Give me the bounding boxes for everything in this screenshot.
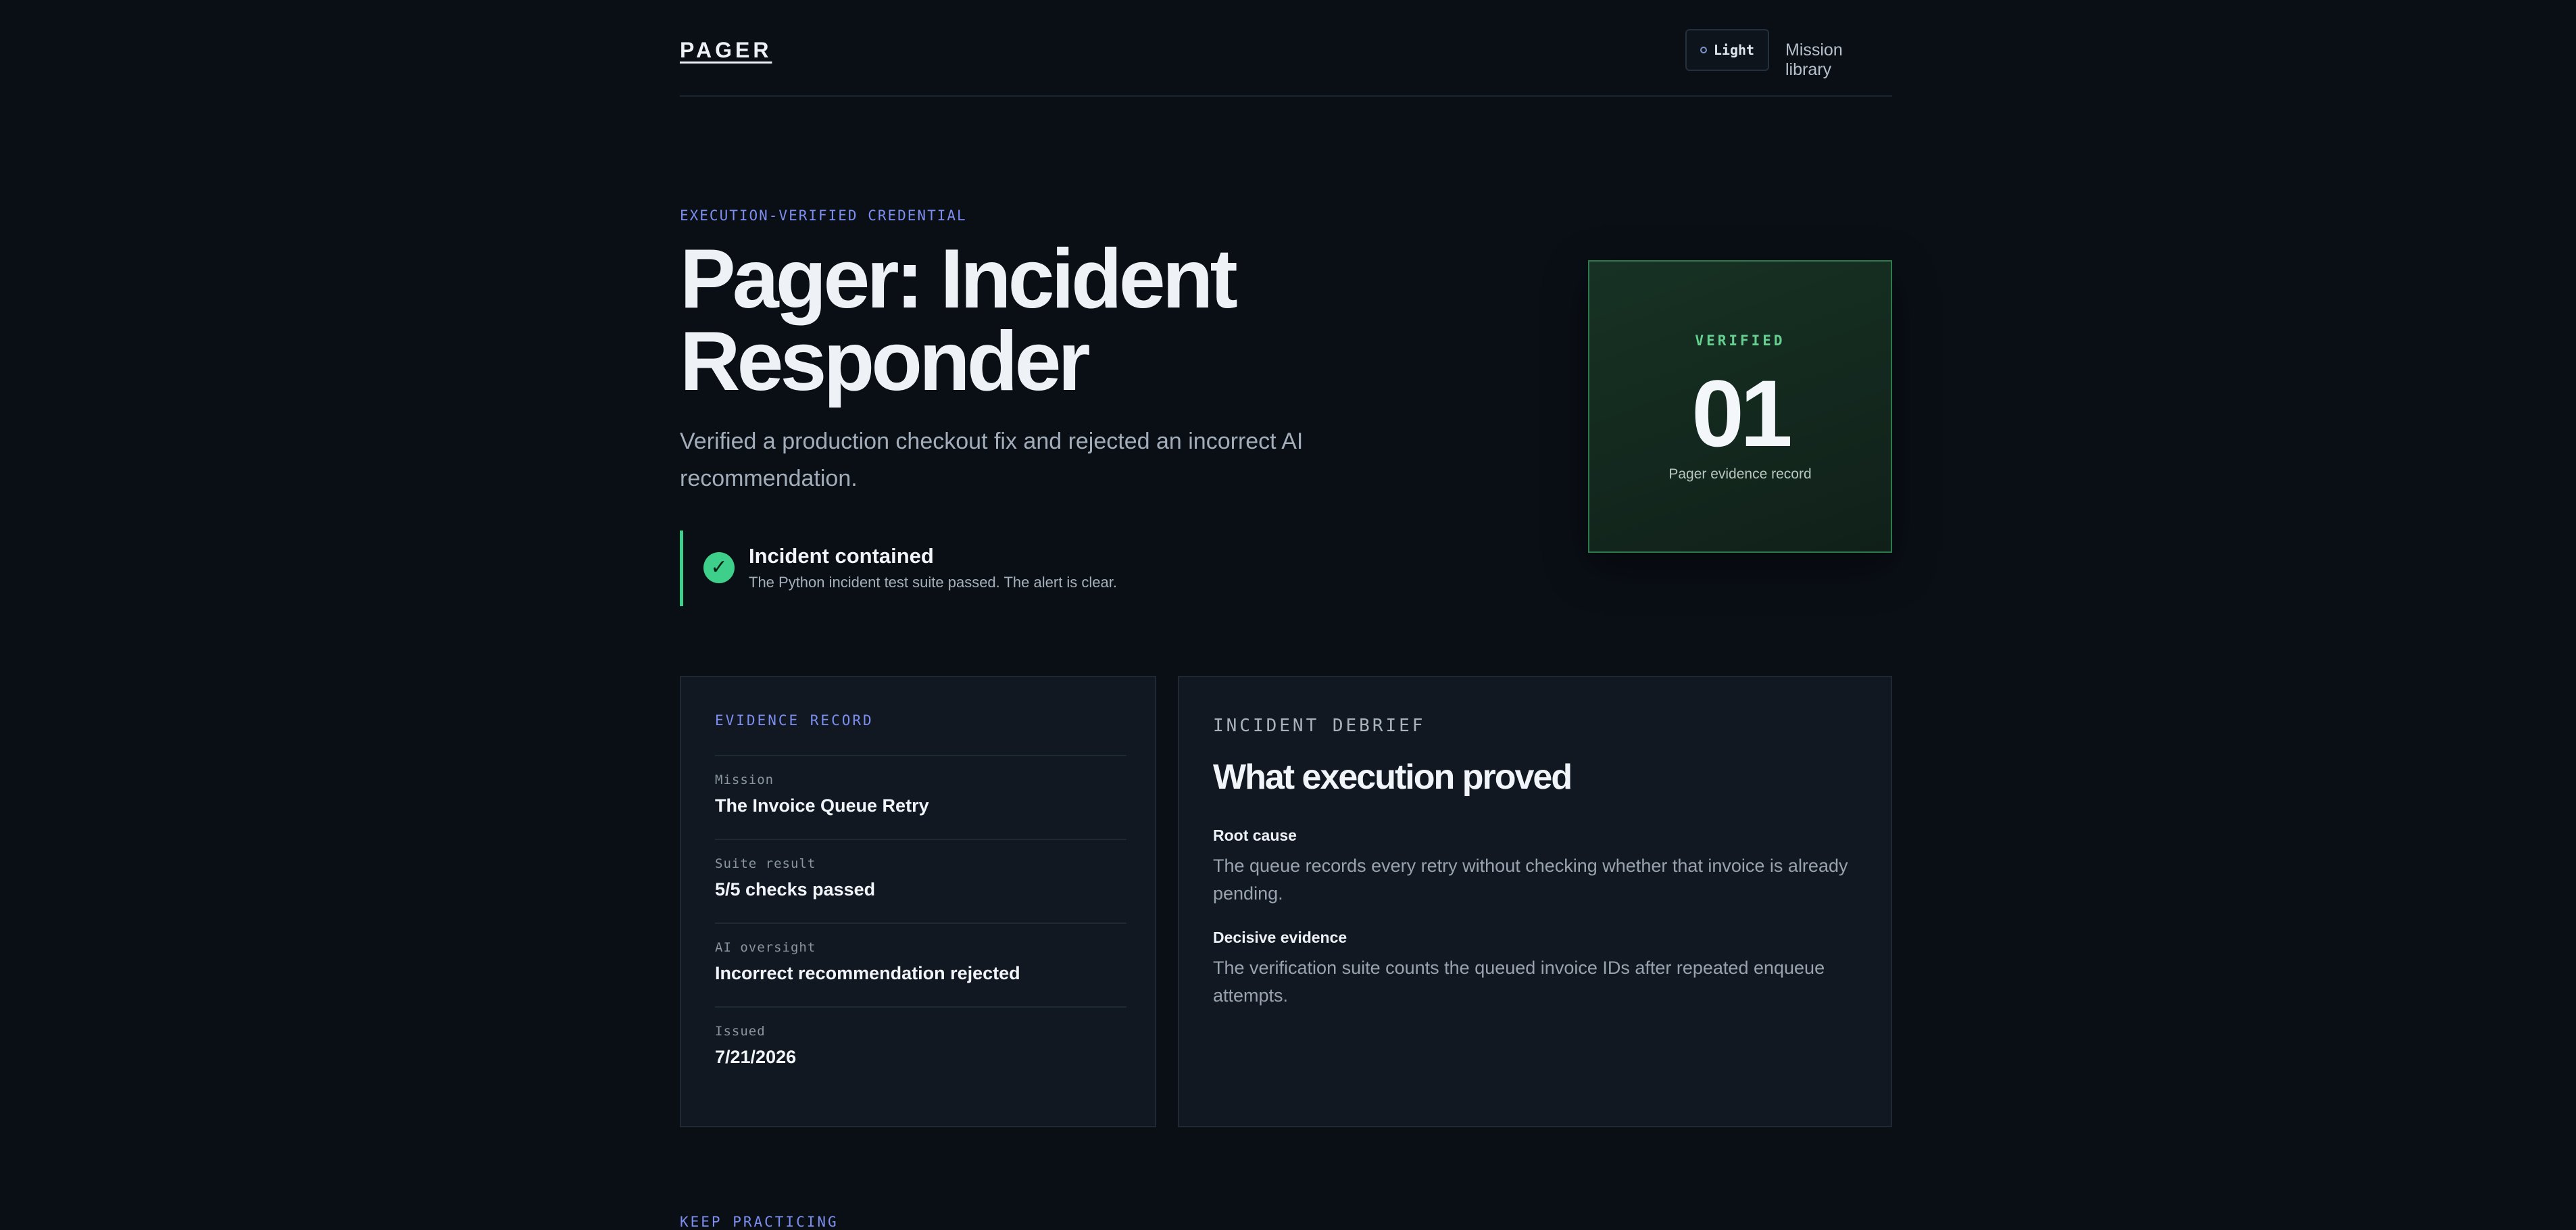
check-icon: ✓ bbox=[703, 552, 735, 583]
evidence-row-suite-result: Suite result 5/5 checks passed bbox=[715, 839, 1126, 924]
site-header: PAGER Light Mission library bbox=[680, 0, 1892, 97]
badge-number: 01 bbox=[1691, 360, 1793, 466]
verified-badge: VERIFIED 01 Pager evidence record bbox=[1588, 260, 1892, 553]
theme-toggle-label: Light bbox=[1713, 42, 1755, 58]
badge-caption: Pager evidence record bbox=[1668, 466, 1812, 482]
evidence-value: 7/21/2026 bbox=[715, 1047, 797, 1067]
debrief-title: What execution proved bbox=[1213, 758, 1572, 797]
evidence-row-mission: Mission The Invoice Queue Retry bbox=[715, 755, 1126, 840]
evidence-label: Suite result bbox=[715, 856, 816, 871]
pager-logo[interactable]: PAGER bbox=[680, 38, 772, 63]
keep-practicing-heading: KEEP PRACTICING bbox=[680, 1214, 839, 1230]
evidence-value: The Invoice Queue Retry bbox=[715, 795, 929, 816]
evidence-value: 5/5 checks passed bbox=[715, 879, 876, 900]
status-callout: ✓ Incident contained The Python incident… bbox=[680, 531, 1224, 606]
sun-icon bbox=[1700, 47, 1707, 53]
badge-label: VERIFIED bbox=[1695, 333, 1785, 349]
evidence-label: AI oversight bbox=[715, 940, 816, 955]
evidence-record-title: EVIDENCE RECORD bbox=[715, 712, 874, 729]
page-title: Pager: Incident Responder bbox=[680, 237, 1356, 403]
evidence-value: Incorrect recommendation rejected bbox=[715, 963, 1020, 983]
incident-debrief-card: INCIDENT DEBRIEF What execution proved R… bbox=[1178, 676, 1892, 1127]
mission-library-link[interactable]: Mission library bbox=[1785, 41, 1892, 80]
page-title-line-2: Responder bbox=[680, 315, 1091, 408]
root-cause-heading: Root cause bbox=[1213, 827, 1297, 844]
evidence-label: Issued bbox=[715, 1024, 766, 1039]
theme-toggle-button[interactable]: Light bbox=[1685, 29, 1769, 71]
debrief-eyebrow: INCIDENT DEBRIEF bbox=[1213, 716, 1426, 736]
status-title: Incident contained bbox=[749, 544, 934, 568]
hero-eyebrow: EXECUTION-VERIFIED CREDENTIAL bbox=[680, 207, 967, 224]
evidence-row-ai-oversight: AI oversight Incorrect recommendation re… bbox=[715, 922, 1126, 1008]
root-cause-body: The queue records every retry without ch… bbox=[1213, 856, 1848, 904]
decisive-evidence-body: The verification suite counts the queued… bbox=[1213, 958, 1825, 1006]
page-title-line-1: Pager: Incident bbox=[680, 232, 1238, 326]
hero-subtitle: Verified a production checkout fix and r… bbox=[680, 428, 1304, 491]
status-description: The Python incident test suite passed. T… bbox=[749, 574, 1118, 591]
evidence-record-card: EVIDENCE RECORD Mission The Invoice Queu… bbox=[680, 676, 1156, 1127]
decisive-evidence-heading: Decisive evidence bbox=[1213, 929, 1347, 946]
evidence-label: Mission bbox=[715, 772, 774, 787]
evidence-row-issued: Issued 7/21/2026 bbox=[715, 1006, 1126, 1091]
